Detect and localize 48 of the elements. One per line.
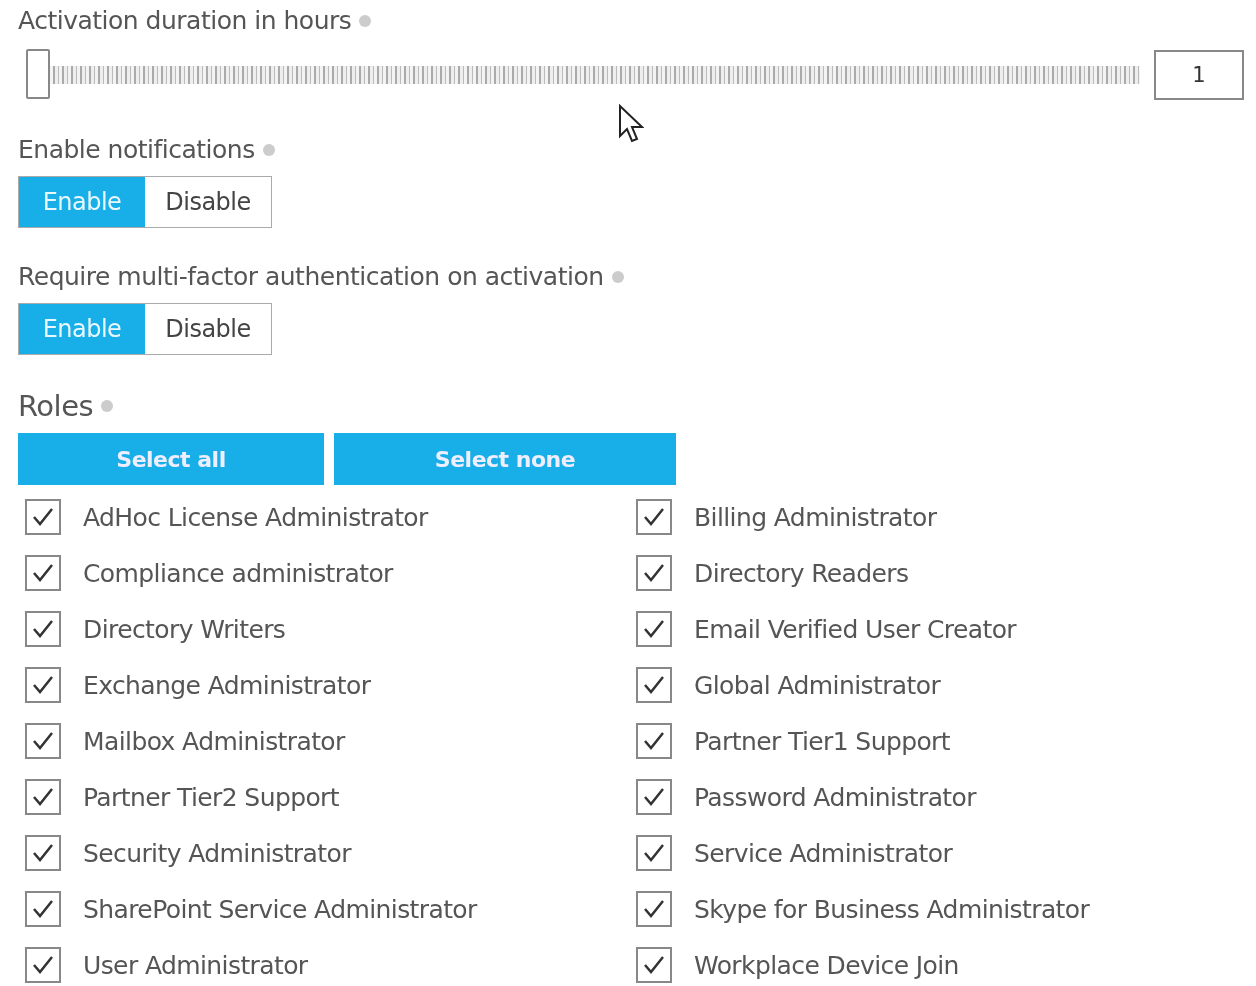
checkbox[interactable]	[636, 611, 672, 647]
checkbox[interactable]	[25, 667, 61, 703]
checkbox[interactable]	[25, 723, 61, 759]
checkbox[interactable]	[636, 723, 672, 759]
select-button[interactable]: Select none	[334, 433, 676, 485]
checkbox[interactable]	[636, 779, 672, 815]
checkbox[interactable]	[636, 891, 672, 927]
role-label: Directory Writers	[83, 614, 286, 644]
role-label: Security Administrator	[83, 838, 351, 868]
role-label: Mailbox Administrator	[83, 726, 345, 756]
mouse-cursor-icon	[618, 104, 644, 144]
checkbox[interactable]	[636, 667, 672, 703]
checkbox[interactable]	[25, 891, 61, 927]
role-label: User Administrator	[83, 950, 308, 980]
checkbox[interactable]	[25, 835, 61, 871]
field-label: Require multi-factor authentication on activation	[18, 262, 604, 291]
role-label: Workplace Device Join	[694, 950, 959, 980]
role-label: SharePoint Service Administrator	[83, 894, 477, 924]
checkbox[interactable]	[636, 947, 672, 983]
hours-field[interactable]: 1	[1154, 50, 1244, 100]
checkbox[interactable]	[636, 835, 672, 871]
section-title: Roles	[18, 389, 94, 423]
role-label: Email Verified User Creator	[694, 614, 1016, 644]
role-label: Compliance administrator	[83, 558, 393, 588]
role-label: Service Administrator	[694, 838, 953, 868]
checkbox[interactable]	[25, 499, 61, 535]
role-label: Billing Administrator	[694, 502, 937, 532]
slider-thumb[interactable]	[26, 49, 50, 99]
role-label: Partner Tier1 Support	[694, 726, 950, 756]
slider[interactable]	[26, 49, 1140, 101]
checkbox[interactable]	[25, 555, 61, 591]
checkbox[interactable]	[25, 611, 61, 647]
role-label: AdHoc License Administrator	[83, 502, 428, 532]
role-label: Password Administrator	[694, 782, 976, 812]
toggle-option[interactable]: Enable	[19, 177, 145, 227]
role-label: Partner Tier2 Support	[83, 782, 339, 812]
checkbox[interactable]	[636, 555, 672, 591]
role-label: Global Administrator	[694, 670, 941, 700]
select-button[interactable]: Select all	[18, 433, 324, 485]
role-label: Skype for Business Administrator	[694, 894, 1090, 924]
field-label: Activation duration in hours	[18, 6, 352, 35]
toggle-option[interactable]: Enable	[19, 304, 145, 354]
role-label: Directory Readers	[694, 558, 909, 588]
checkbox[interactable]	[25, 779, 61, 815]
role-label: Exchange Administrator	[83, 670, 371, 700]
field-label: Enable notifications	[18, 135, 255, 164]
checkbox[interactable]	[636, 499, 672, 535]
checkbox[interactable]	[25, 947, 61, 983]
